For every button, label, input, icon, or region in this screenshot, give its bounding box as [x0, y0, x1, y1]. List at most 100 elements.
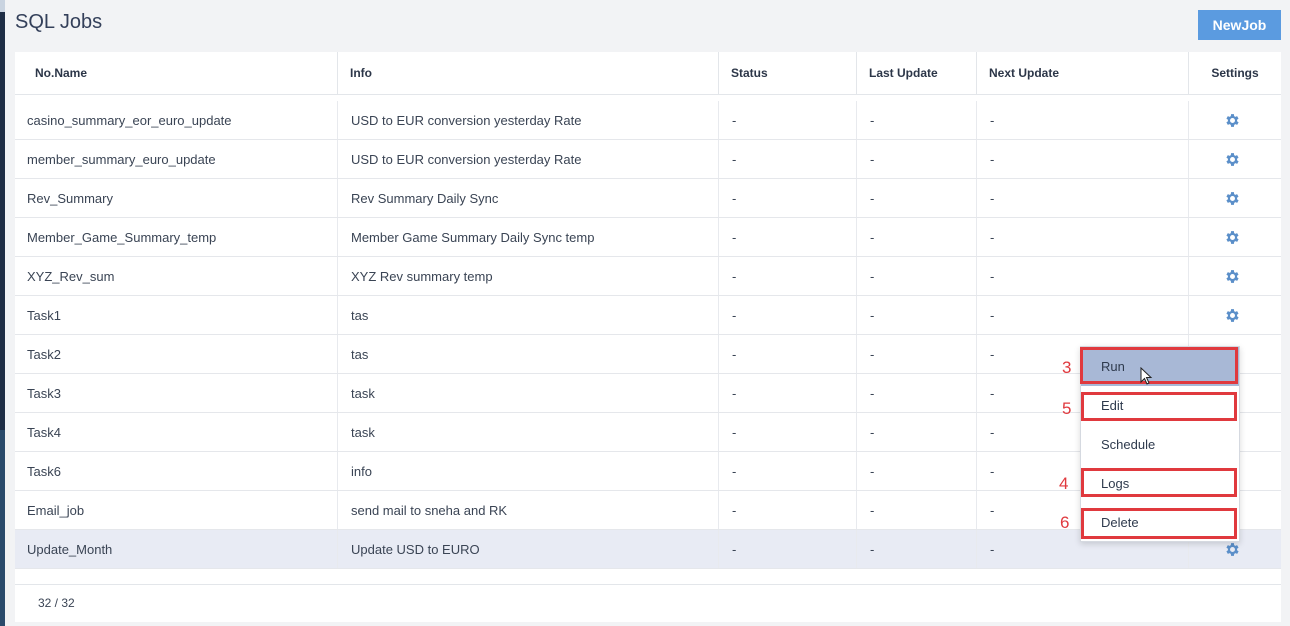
menu-item-logs[interactable]: Logs [1081, 464, 1239, 503]
cell-info: Member Game Summary Daily Sync temp [351, 229, 595, 245]
cell-name: Email_job [27, 502, 85, 518]
column-divider [718, 140, 719, 178]
cell-name: member_summary_euro_update [27, 151, 216, 167]
cell-info: task [351, 424, 375, 440]
menu-item-schedule[interactable]: Schedule [1081, 425, 1239, 464]
column-divider [337, 296, 338, 334]
table-row[interactable]: member_summary_euro_update USD to EUR con… [15, 140, 1281, 179]
cell-last-update: - [870, 112, 875, 128]
column-divider [718, 335, 719, 373]
left-edge-dark [0, 430, 5, 626]
cell-status: - [732, 424, 737, 440]
column-divider [337, 374, 338, 412]
menu-item-edit[interactable]: Edit [1081, 386, 1239, 425]
header-status[interactable]: Status [718, 52, 856, 94]
cell-next-update: - [990, 229, 995, 245]
cell-info: XYZ Rev summary temp [351, 268, 493, 284]
menu-item-run[interactable]: Run [1081, 347, 1239, 386]
column-divider [976, 374, 977, 412]
cell-next-update: - [990, 346, 995, 362]
cell-status: - [732, 151, 737, 167]
cell-name: Task4 [27, 424, 61, 440]
menu-item-delete[interactable]: Delete [1081, 503, 1239, 542]
page-title: SQL Jobs [15, 11, 103, 33]
column-divider [856, 374, 857, 412]
column-divider [337, 101, 338, 139]
cell-status: - [732, 268, 737, 284]
cell-next-update: - [990, 268, 995, 284]
cell-last-update: - [870, 229, 875, 245]
cell-name: Rev_Summary [27, 190, 113, 206]
annotation-number-run: 3 [1062, 358, 1072, 377]
cell-info: tas [351, 307, 369, 323]
column-divider [718, 179, 719, 217]
annotation-number-edit: 5 [1062, 399, 1072, 418]
column-divider [856, 140, 857, 178]
gear-icon[interactable] [1223, 257, 1241, 295]
gear-icon[interactable] [1223, 101, 1241, 139]
cell-last-update: - [870, 268, 875, 284]
column-divider [718, 413, 719, 451]
cell-status: - [732, 112, 737, 128]
cell-info: tas [351, 346, 369, 362]
cell-last-update: - [870, 424, 875, 440]
cell-name: Member_Game_Summary_temp [27, 229, 217, 245]
settings-context-menu: Run Edit Schedule Logs Delete [1080, 346, 1240, 542]
header-next-update[interactable]: Next Update [976, 52, 1188, 94]
gear-icon[interactable] [1223, 140, 1241, 178]
header-last-update[interactable]: Last Update [856, 52, 976, 94]
cell-last-update: - [870, 346, 875, 362]
cell-status: - [732, 190, 737, 206]
column-divider [718, 257, 719, 295]
column-divider [976, 257, 977, 295]
left-edge-strip [0, 0, 5, 626]
column-divider [337, 413, 338, 451]
cell-last-update: - [870, 463, 875, 479]
cell-next-update: - [990, 190, 995, 206]
header-settings: Settings [1188, 52, 1281, 94]
column-divider [1188, 218, 1189, 256]
new-job-button[interactable]: NewJob [1198, 10, 1281, 40]
gear-icon[interactable] [1223, 296, 1241, 334]
table-row[interactable]: Task1 tas - - - [15, 296, 1281, 335]
cell-info: Update USD to EURO [351, 541, 480, 557]
column-divider [856, 218, 857, 256]
cell-next-update: - [990, 502, 995, 518]
cell-last-update: - [870, 541, 875, 557]
cell-name: Task2 [27, 346, 61, 362]
cell-next-update: - [990, 385, 995, 401]
left-edge-light [0, 0, 5, 12]
column-divider [337, 530, 338, 568]
cell-next-update: - [990, 541, 995, 557]
column-divider [856, 335, 857, 373]
footer-divider [15, 584, 1281, 585]
column-divider [856, 101, 857, 139]
gear-icon[interactable] [1223, 179, 1241, 217]
header-info[interactable]: Info [337, 52, 718, 94]
table-row[interactable]: casino_summary_eor_euro_update USD to EUR… [15, 101, 1281, 140]
column-divider [718, 530, 719, 568]
header-name[interactable]: No.Name [35, 52, 87, 94]
cell-name: casino_summary_eor_euro_update [27, 112, 232, 128]
table-row[interactable]: Member_Game_Summary_temp Member Game Summ… [15, 218, 1281, 257]
column-divider [337, 452, 338, 490]
column-divider [718, 101, 719, 139]
cell-next-update: - [990, 151, 995, 167]
cell-last-update: - [870, 151, 875, 167]
column-divider [856, 491, 857, 529]
table-row[interactable]: XYZ_Rev_sum XYZ Rev summary temp - - - [15, 257, 1281, 296]
column-divider [976, 530, 977, 568]
cell-info: info [351, 463, 372, 479]
cell-last-update: - [870, 385, 875, 401]
cell-name: Task3 [27, 385, 61, 401]
table-row[interactable]: Rev_Summary Rev Summary Daily Sync - - - [15, 179, 1281, 218]
cell-info: USD to EUR conversion yesterday Rate [351, 112, 582, 128]
record-count: 32 / 32 [38, 596, 75, 610]
column-divider [976, 101, 977, 139]
cell-name: Update_Month [27, 541, 113, 557]
cell-next-update: - [990, 112, 995, 128]
gear-icon[interactable] [1223, 218, 1241, 256]
column-divider [976, 452, 977, 490]
cell-info: Rev Summary Daily Sync [351, 190, 499, 206]
cell-status: - [732, 502, 737, 518]
